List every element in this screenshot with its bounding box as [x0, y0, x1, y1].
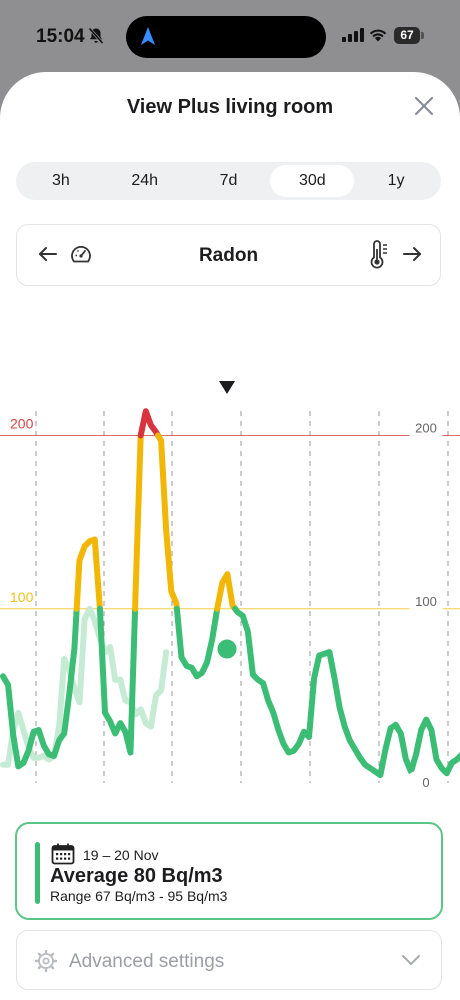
series-previous-line: [0, 605, 170, 768]
time-range-selector: 3h 24h 7d 30d 1y: [16, 162, 441, 200]
series-current-segment-1: [73, 536, 103, 612]
radon-chart-svg[interactable]: 20010020010006/1110/1115/1120/1124/1129/…: [0, 297, 460, 802]
advanced-settings-dropdown[interactable]: Advanced settings: [16, 930, 442, 990]
dynamic-island: [126, 16, 326, 58]
summary-average: Average 80 Bq/m3: [50, 865, 223, 887]
series-current-segment-5: [155, 432, 180, 612]
range-30d[interactable]: 30d: [270, 165, 355, 197]
status-bar: 15:04 67: [0, 0, 460, 72]
series-current-segment-8: [232, 605, 460, 779]
navigation-arrow-icon: [141, 27, 155, 45]
selected-point: [214, 636, 240, 662]
summary-range: Range 67 Bq/m3 - 95 Bq/m3: [50, 888, 228, 904]
series-current-segment-7: [214, 571, 239, 612]
cursor-top-triangle-icon: [219, 381, 235, 394]
summary-dates: 19 – 20 Nov: [83, 847, 159, 863]
right-axis-label-200: 200: [415, 421, 437, 436]
sheet-title: View Plus living room: [126, 96, 334, 118]
right-axis-label-100: 100: [415, 594, 437, 609]
period-summary-card: 19 – 20 Nov Average 80 Bq/m3 Range 67 Bq…: [15, 822, 443, 920]
threshold-label-100: 100: [10, 589, 34, 605]
calendar-icon: [51, 843, 75, 865]
wifi-icon: [369, 29, 387, 42]
cellular-signal-icon: [342, 28, 364, 42]
range-7d[interactable]: 7d: [187, 165, 271, 197]
threshold-label-200: 200: [10, 416, 34, 432]
status-time: 15:04: [36, 26, 85, 47]
sensor-detail-sheet: View Plus living room 3h 24h 7d 30d 1y R…: [0, 72, 460, 1000]
series-current-segment-4: [137, 408, 161, 439]
range-3h[interactable]: 3h: [19, 165, 103, 197]
advanced-settings-label: Advanced settings: [69, 951, 225, 972]
right-axis-label-0: 0: [422, 775, 429, 790]
range-1y[interactable]: 1y: [354, 165, 438, 197]
series-current-segment-6: [173, 605, 221, 680]
summary-accent-bar: [35, 842, 40, 904]
battery-level: 67: [394, 27, 420, 44]
battery-icon: 67: [394, 27, 424, 44]
thermometer-icon[interactable]: [367, 240, 391, 270]
chevron-down-icon: [402, 955, 420, 965]
arrow-right-icon[interactable]: [401, 243, 423, 265]
range-24h[interactable]: 24h: [103, 165, 187, 197]
close-icon[interactable]: [412, 94, 436, 118]
gear-icon: [35, 950, 57, 972]
bell-slash-icon: [88, 27, 104, 45]
series-current-segment-0: [0, 605, 80, 770]
sensor-selector: Radon: [16, 224, 441, 286]
series-current-segment-3: [132, 432, 144, 612]
radon-chart[interactable]: 20010020010006/1110/1115/1120/1124/1129/…: [0, 297, 460, 802]
